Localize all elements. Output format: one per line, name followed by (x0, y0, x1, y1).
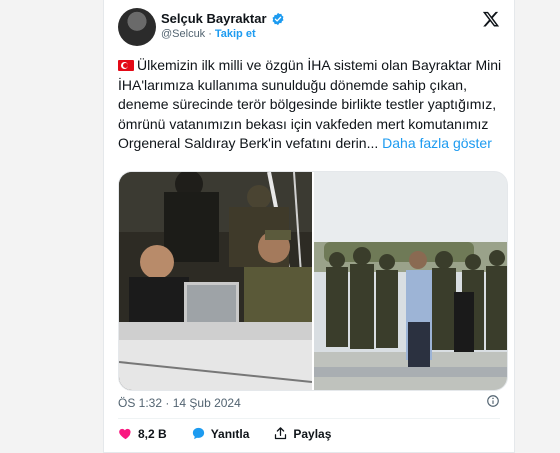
heart-icon (119, 428, 131, 440)
media-photo-1[interactable] (119, 172, 312, 390)
verified-badge-icon (272, 12, 283, 25)
turkey-flag-icon (118, 60, 134, 71)
media-photo-2[interactable] (314, 172, 507, 390)
photo-field-officers (314, 172, 507, 390)
tweet-card[interactable]: Selçuk Bayraktar @Selcuk · Takip et Ülke… (103, 0, 515, 453)
author-row: Selçuk Bayraktar (161, 11, 285, 26)
show-more-link[interactable]: Daha fazla göster (382, 135, 492, 151)
share-icon (275, 427, 287, 440)
like-button[interactable]: 8,2 B (118, 426, 167, 441)
tweet-time[interactable]: ÖS 1:32 (118, 396, 162, 410)
handle-row: @Selcuk · Takip et (161, 28, 256, 40)
handle-separator: · (208, 28, 212, 40)
divider (118, 418, 500, 419)
tweet-media[interactable] (118, 171, 508, 391)
share-label: Paylaş (293, 426, 332, 441)
like-count: 8,2 B (138, 426, 167, 441)
share-button[interactable]: Paylaş (273, 426, 331, 441)
reply-icon (192, 427, 204, 440)
meta-separator: · (165, 396, 170, 410)
photo-control-station (119, 172, 312, 390)
author-handle[interactable]: @Selcuk (161, 28, 205, 40)
reply-button[interactable]: Yanıtla (191, 426, 250, 441)
follow-button[interactable]: Takip et (215, 28, 256, 40)
tweet-text: Ülkemizin ilk milli ve özgün İHA sistemi… (118, 56, 504, 154)
bookmark-icon[interactable] (486, 394, 500, 408)
tweet-date[interactable]: 14 Şub 2024 (173, 396, 241, 410)
reply-label: Yanıtla (210, 426, 250, 441)
avatar[interactable] (118, 8, 156, 46)
action-bar: 8,2 B Yanıtla Paylaş (118, 426, 355, 441)
author-name[interactable]: Selçuk Bayraktar (161, 11, 267, 26)
x-logo-icon[interactable] (482, 10, 500, 28)
tweet-meta: ÖS 1:32 · 14 Şub 2024 (118, 396, 241, 410)
